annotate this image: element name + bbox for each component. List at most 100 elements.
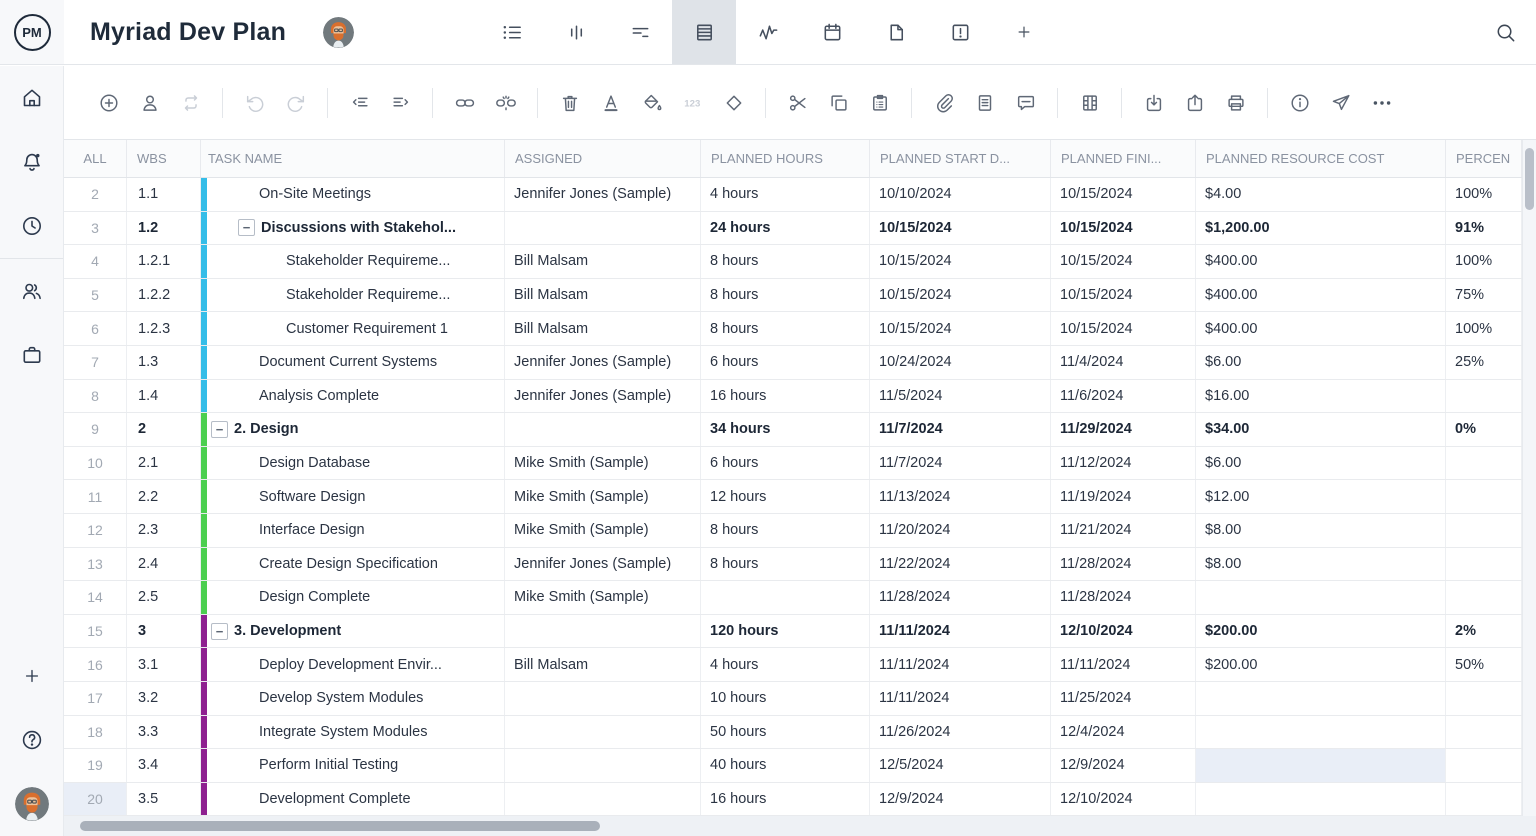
cell-assigned[interactable]: Jennifer Jones (Sample) (505, 548, 701, 581)
cell-assigned[interactable]: Bill Malsam (505, 312, 701, 345)
cell-hours[interactable]: 8 hours (701, 279, 870, 312)
cell-finish[interactable]: 11/11/2024 (1051, 648, 1196, 681)
cell-num[interactable]: 9 (64, 413, 127, 446)
cell-pct[interactable]: 0% (1446, 413, 1522, 446)
cell-start[interactable]: 11/7/2024 (870, 413, 1051, 446)
cell-num[interactable]: 20 (64, 783, 127, 816)
cell-hours[interactable]: 8 hours (701, 245, 870, 278)
cell-start[interactable]: 10/24/2024 (870, 346, 1051, 379)
cell-task[interactable]: −2. Design (201, 413, 505, 446)
cell-task[interactable]: On-Site Meetings (201, 178, 505, 211)
cell-wbs[interactable]: 1.4 (127, 380, 201, 413)
sidebar-user-avatar-button[interactable] (0, 772, 63, 836)
cell-task[interactable]: Document Current Systems (201, 346, 505, 379)
horizontal-scrollbar-thumb[interactable] (80, 821, 600, 831)
sidebar-add-button[interactable] (0, 644, 63, 708)
cell-wbs[interactable]: 3.3 (127, 716, 201, 749)
cell-pct[interactable]: 100% (1446, 245, 1522, 278)
column-header-finish[interactable]: PLANNED FINI... (1051, 140, 1196, 177)
cell-num[interactable]: 13 (64, 548, 127, 581)
cell-num[interactable]: 14 (64, 581, 127, 614)
cell-cost[interactable] (1196, 749, 1446, 782)
cell-cost[interactable]: $1,200.00 (1196, 212, 1446, 245)
cell-start[interactable]: 11/28/2024 (870, 581, 1051, 614)
cell-hours[interactable]: 8 hours (701, 514, 870, 547)
column-header-pct[interactable]: PERCEN (1446, 140, 1522, 177)
outdent-button[interactable] (339, 82, 380, 123)
cell-hours[interactable]: 16 hours (701, 783, 870, 816)
cell-start[interactable]: 11/7/2024 (870, 447, 1051, 480)
cell-assigned[interactable] (505, 413, 701, 446)
cell-assigned[interactable]: Jennifer Jones (Sample) (505, 346, 701, 379)
app-logo[interactable]: PM (0, 0, 64, 64)
cell-finish[interactable]: 11/12/2024 (1051, 447, 1196, 480)
cell-finish[interactable]: 12/4/2024 (1051, 716, 1196, 749)
cell-hours[interactable]: 34 hours (701, 413, 870, 446)
cell-task[interactable]: −3. Development (201, 615, 505, 648)
cell-task[interactable]: −Discussions with Stakehol... (201, 212, 505, 245)
cell-pct[interactable] (1446, 447, 1522, 480)
cell-hours[interactable]: 6 hours (701, 447, 870, 480)
cell-start[interactable]: 11/11/2024 (870, 648, 1051, 681)
tab-files[interactable] (864, 0, 928, 64)
horizontal-scrollbar[interactable] (64, 816, 1536, 836)
cell-start[interactable]: 10/15/2024 (870, 212, 1051, 245)
cell-start[interactable]: 11/11/2024 (870, 682, 1051, 715)
cell-assigned[interactable] (505, 716, 701, 749)
cell-start[interactable]: 11/11/2024 (870, 615, 1051, 648)
column-header-task[interactable]: TASK NAME (201, 140, 505, 177)
cell-finish[interactable]: 12/9/2024 (1051, 749, 1196, 782)
cell-finish[interactable]: 10/15/2024 (1051, 245, 1196, 278)
cell-wbs[interactable]: 1.2.2 (127, 279, 201, 312)
cell-cost[interactable]: $400.00 (1196, 279, 1446, 312)
sidebar-help-button[interactable] (0, 708, 63, 772)
cell-start[interactable]: 11/5/2024 (870, 380, 1051, 413)
cell-hours[interactable]: 10 hours (701, 682, 870, 715)
comments-button[interactable] (1005, 82, 1046, 123)
cell-pct[interactable] (1446, 682, 1522, 715)
cell-task[interactable]: Deploy Development Envir... (201, 648, 505, 681)
cell-pct[interactable] (1446, 716, 1522, 749)
tab-board[interactable] (544, 0, 608, 64)
vertical-scrollbar[interactable] (1522, 140, 1536, 816)
cell-start[interactable]: 10/15/2024 (870, 312, 1051, 345)
cell-pct[interactable] (1446, 581, 1522, 614)
cell-pct[interactable] (1446, 749, 1522, 782)
tab-list[interactable] (480, 0, 544, 64)
cell-hours[interactable]: 4 hours (701, 178, 870, 211)
cell-cost[interactable] (1196, 581, 1446, 614)
tab-add-view[interactable] (992, 0, 1056, 64)
cell-finish[interactable]: 11/21/2024 (1051, 514, 1196, 547)
assign-resource-button[interactable] (129, 82, 170, 123)
cell-task[interactable]: Design Complete (201, 581, 505, 614)
cell-finish[interactable]: 11/28/2024 (1051, 581, 1196, 614)
cell-cost[interactable]: $8.00 (1196, 548, 1446, 581)
indent-button[interactable] (380, 82, 421, 123)
cell-wbs[interactable]: 2.1 (127, 447, 201, 480)
cell-cost[interactable]: $400.00 (1196, 312, 1446, 345)
cell-cost[interactable]: $200.00 (1196, 615, 1446, 648)
cell-num[interactable]: 4 (64, 245, 127, 278)
cell-start[interactable]: 12/9/2024 (870, 783, 1051, 816)
cell-cost[interactable] (1196, 682, 1446, 715)
cell-cost[interactable]: $200.00 (1196, 648, 1446, 681)
cell-hours[interactable]: 120 hours (701, 615, 870, 648)
cell-finish[interactable]: 11/6/2024 (1051, 380, 1196, 413)
cell-cost[interactable]: $34.00 (1196, 413, 1446, 446)
column-header-start[interactable]: PLANNED START D... (870, 140, 1051, 177)
cell-wbs[interactable]: 1.2.3 (127, 312, 201, 345)
cell-assigned[interactable]: Jennifer Jones (Sample) (505, 178, 701, 211)
cell-task[interactable]: Develop System Modules (201, 682, 505, 715)
cell-wbs[interactable]: 1.2.1 (127, 245, 201, 278)
share-button[interactable] (1320, 82, 1361, 123)
cell-num[interactable]: 18 (64, 716, 127, 749)
sidebar-home-button[interactable] (0, 66, 63, 130)
cell-num[interactable]: 10 (64, 447, 127, 480)
cell-hours[interactable]: 24 hours (701, 212, 870, 245)
cell-cost[interactable] (1196, 716, 1446, 749)
column-header-cost[interactable]: PLANNED RESOURCE COST (1196, 140, 1446, 177)
cell-num[interactable]: 7 (64, 346, 127, 379)
copy-button[interactable] (818, 82, 859, 123)
sidebar-team-button[interactable] (0, 259, 63, 323)
cell-task[interactable]: Stakeholder Requireme... (201, 245, 505, 278)
